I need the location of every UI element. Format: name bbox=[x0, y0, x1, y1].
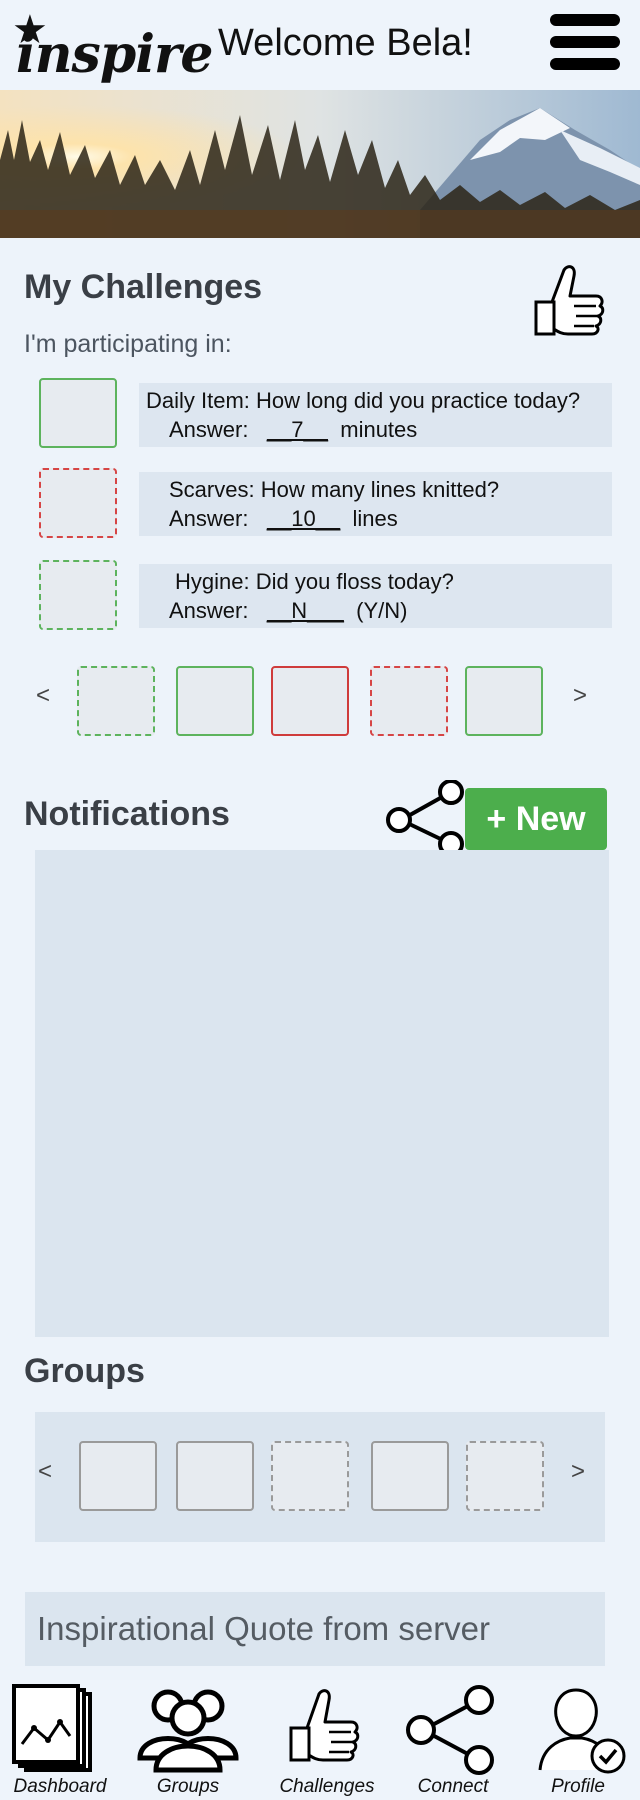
welcome-message: Welcome Bela! bbox=[218, 22, 473, 64]
answer-value[interactable]: __10__ bbox=[267, 506, 340, 531]
menu-icon[interactable] bbox=[550, 14, 622, 78]
answer-label: Answer: bbox=[169, 417, 249, 442]
carousel-prev-button[interactable]: < bbox=[36, 682, 50, 710]
challenge-checkbox-3[interactable] bbox=[39, 560, 117, 630]
new-notification-button[interactable]: + New bbox=[465, 788, 607, 850]
notifications-title: Notifications bbox=[24, 795, 230, 833]
challenge-answer: Answer: __7__ minutes bbox=[169, 417, 417, 443]
nav-label: Connect bbox=[417, 1776, 489, 1797]
group-thumb[interactable] bbox=[466, 1441, 544, 1511]
app-header: ★ inspire Welcome Bela! bbox=[0, 0, 640, 90]
mountain-banner-image bbox=[0, 90, 640, 238]
challenge-item-1[interactable]: Daily Item: How long did you practice to… bbox=[139, 383, 612, 447]
nav-label: Dashboard bbox=[13, 1776, 107, 1797]
nav-label: Challenges bbox=[279, 1776, 375, 1797]
challenge-item-3[interactable]: Hygine: Did you floss today? Answer: __N… bbox=[139, 564, 612, 628]
answer-value[interactable]: __7__ bbox=[267, 417, 328, 442]
challenge-answer: Answer: __N___ (Y/N) bbox=[169, 598, 407, 624]
challenge-thumb[interactable] bbox=[176, 666, 254, 736]
groups-next-button[interactable]: > bbox=[571, 1458, 585, 1486]
answer-value[interactable]: __N___ bbox=[267, 598, 344, 623]
groups-title: Groups bbox=[24, 1352, 145, 1390]
nav-dashboard[interactable]: Dashboard bbox=[0, 1680, 120, 1800]
group-thumb[interactable] bbox=[271, 1441, 349, 1511]
nav-label: Profile bbox=[551, 1776, 605, 1797]
share-icon bbox=[406, 1685, 494, 1775]
nav-label: Groups bbox=[156, 1776, 220, 1797]
dashboard-icon bbox=[12, 1684, 92, 1772]
notifications-panel bbox=[35, 850, 609, 1337]
challenge-checkbox-2[interactable] bbox=[39, 468, 117, 538]
answer-unit: minutes bbox=[340, 417, 418, 442]
thumbs-up-icon[interactable] bbox=[530, 262, 606, 352]
logo-text: inspire bbox=[16, 24, 213, 85]
group-thumb[interactable] bbox=[79, 1441, 157, 1511]
profile-icon bbox=[538, 1688, 626, 1774]
groups-prev-button[interactable]: < bbox=[38, 1458, 52, 1486]
challenge-thumb[interactable] bbox=[465, 666, 543, 736]
challenges-subtitle: I'm participating in: bbox=[24, 330, 232, 358]
challenge-question: Hygine: Did you floss today? bbox=[175, 569, 454, 594]
inspirational-quote: Inspirational Quote from server bbox=[25, 1592, 605, 1666]
challenge-item-2[interactable]: Scarves: How many lines knitted? Answer:… bbox=[139, 472, 612, 536]
thumbs-up-icon bbox=[289, 1689, 360, 1762]
nav-challenges[interactable]: Challenges bbox=[267, 1680, 387, 1800]
challenge-thumb[interactable] bbox=[271, 666, 349, 736]
challenge-question: Daily Item: How long did you practice to… bbox=[146, 388, 581, 413]
carousel-next-button[interactable]: > bbox=[573, 682, 587, 710]
challenge-checkbox-1[interactable] bbox=[39, 378, 117, 448]
group-thumb[interactable] bbox=[371, 1441, 449, 1511]
bottom-navigation: Dashboard Groups Challenges Connect Prof… bbox=[0, 1680, 640, 1800]
answer-label: Answer: bbox=[169, 598, 249, 623]
challenge-thumb[interactable] bbox=[370, 666, 448, 736]
nav-profile[interactable]: Profile bbox=[518, 1680, 638, 1800]
challenges-title: My Challenges bbox=[24, 268, 263, 306]
nav-connect[interactable]: Connect bbox=[393, 1680, 513, 1800]
groups-icon bbox=[137, 1689, 239, 1773]
answer-unit: lines bbox=[352, 506, 398, 531]
group-thumb[interactable] bbox=[176, 1441, 254, 1511]
nav-groups[interactable]: Groups bbox=[128, 1680, 248, 1800]
share-icon[interactable] bbox=[385, 780, 467, 860]
challenge-thumb[interactable] bbox=[77, 666, 155, 736]
answer-label: Answer: bbox=[169, 506, 249, 531]
challenge-question: Scarves: How many lines knitted? bbox=[169, 477, 500, 502]
answer-unit: (Y/N) bbox=[356, 598, 408, 623]
challenge-answer: Answer: __10__ lines bbox=[169, 506, 398, 532]
inspire-logo[interactable]: ★ inspire bbox=[10, 10, 213, 85]
